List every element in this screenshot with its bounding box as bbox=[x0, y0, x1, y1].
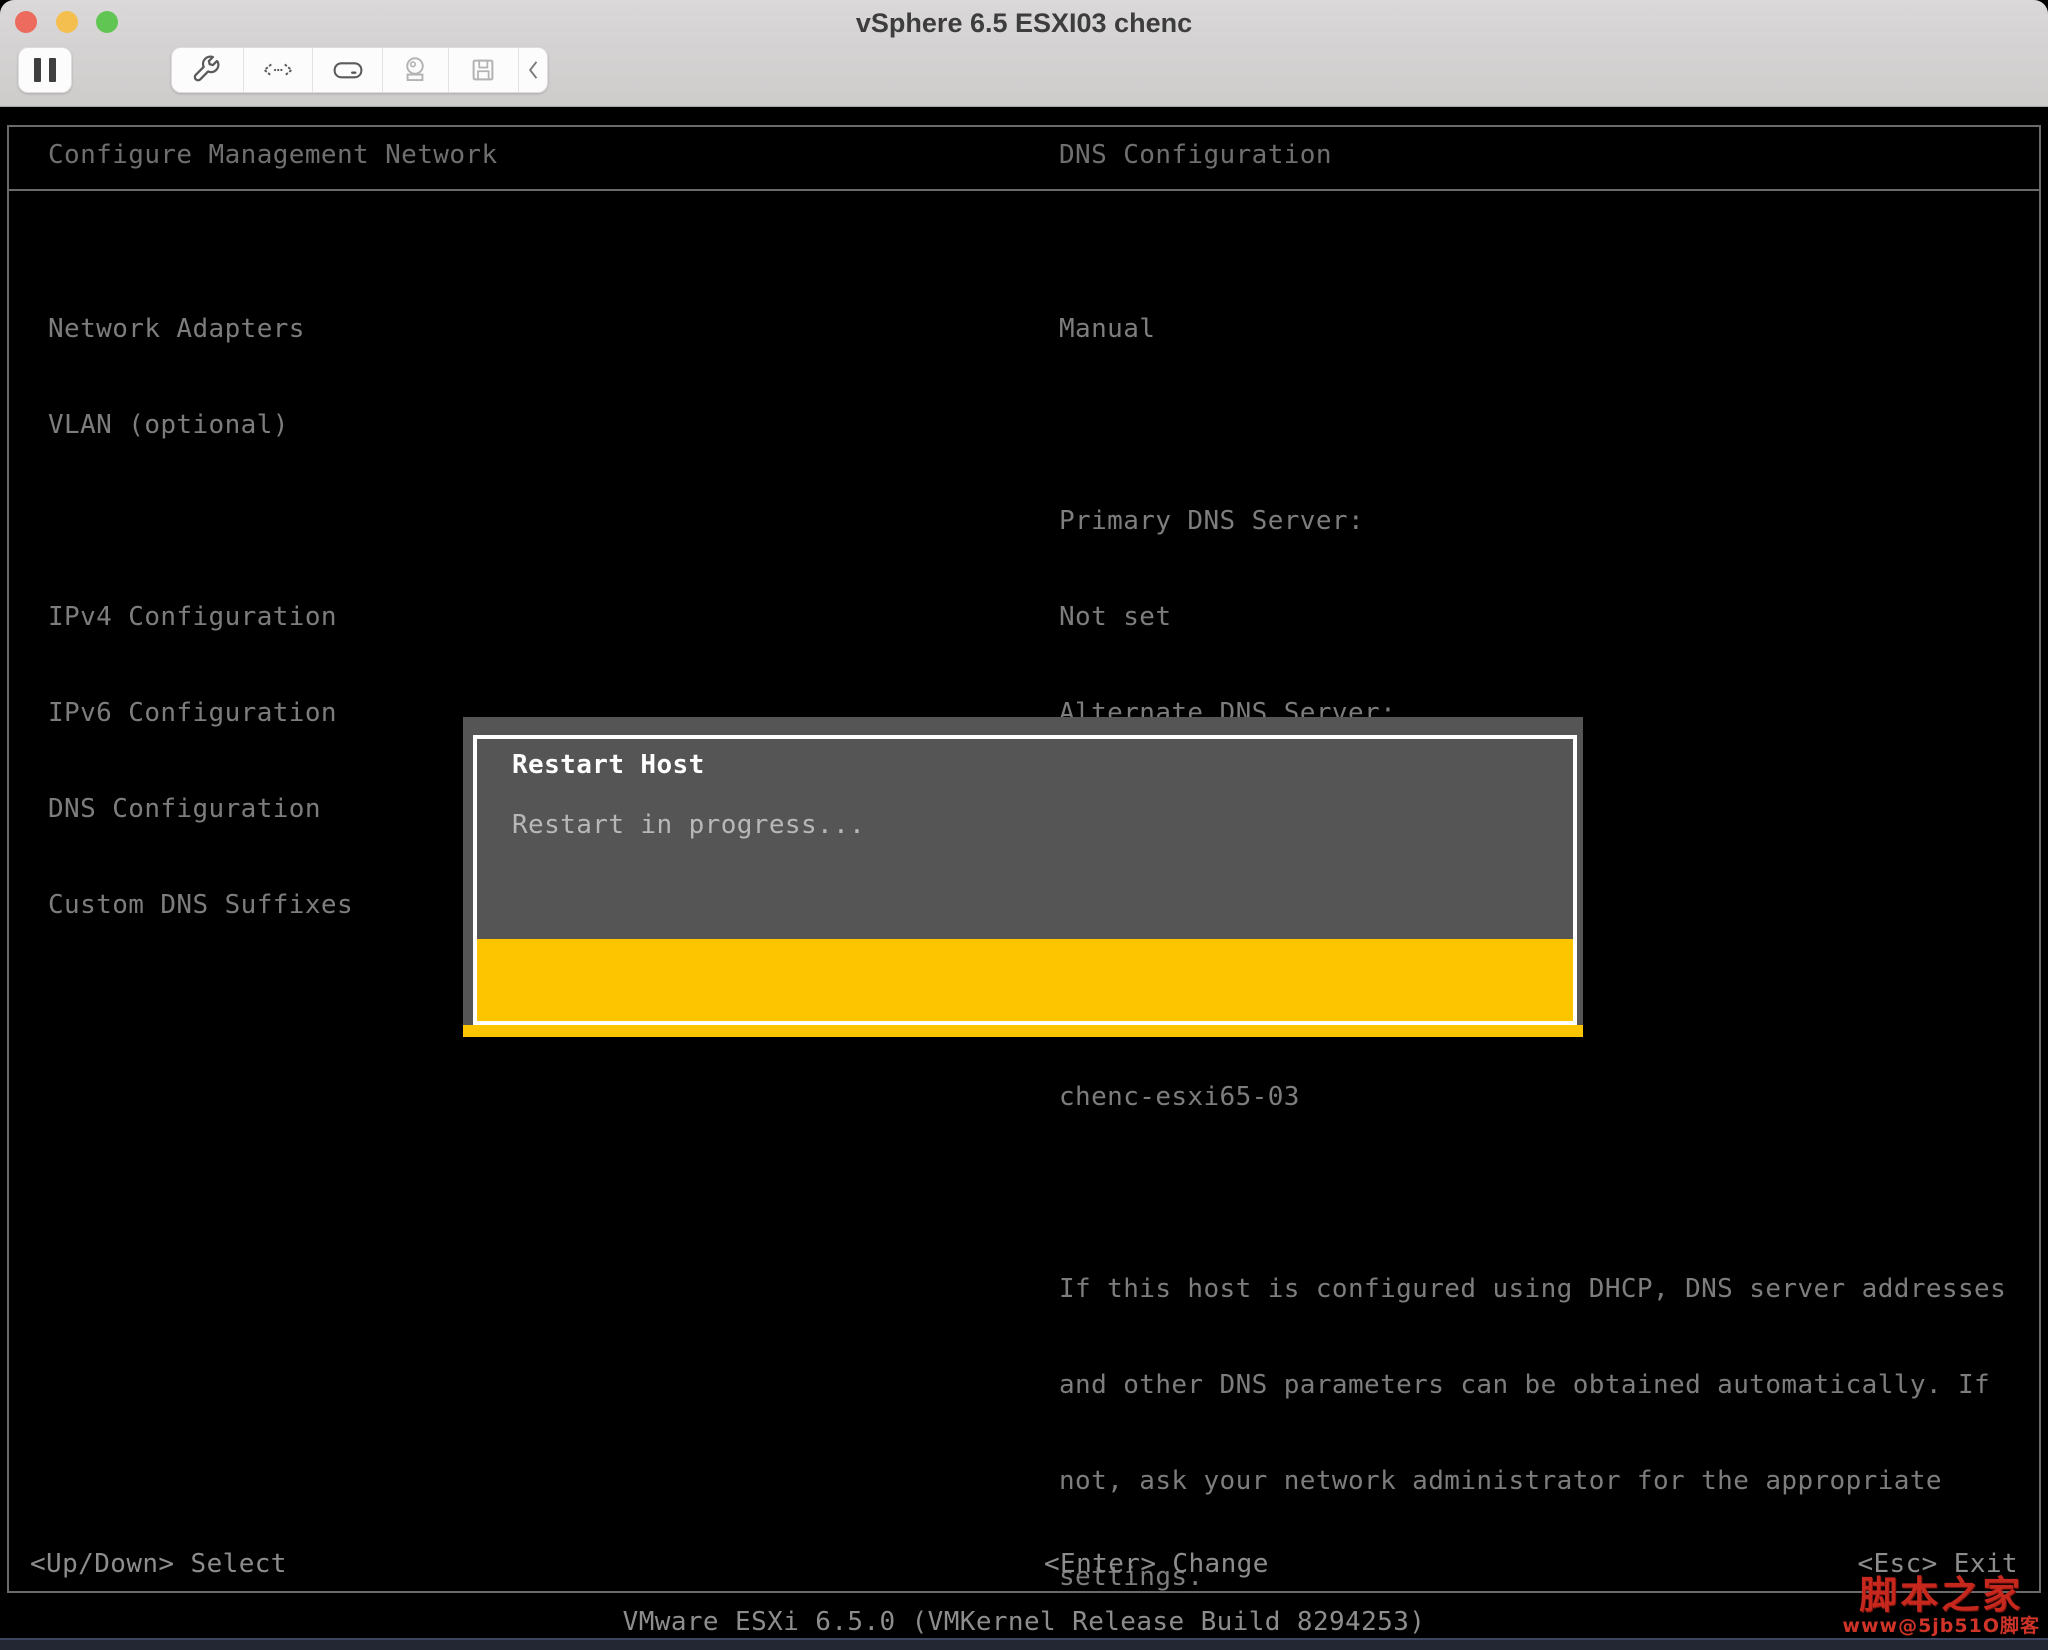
pause-icon bbox=[34, 58, 41, 82]
dhcp-info-text: If this host is configured using DHCP, D… bbox=[1059, 1273, 2006, 1305]
progress-bar-overflow bbox=[463, 1025, 1583, 1037]
wrench-icon bbox=[191, 54, 223, 86]
collapse-chevron-icon bbox=[526, 56, 540, 84]
header-divider bbox=[9, 189, 2039, 191]
device-toolbar bbox=[171, 47, 548, 93]
hostname-value: chenc-esxi65-03 bbox=[1059, 1081, 2006, 1113]
snapshot-save-button[interactable] bbox=[448, 48, 518, 92]
dialog-message: Restart in progress... bbox=[512, 809, 865, 841]
window-titlebar: vSphere 6.5 ESXI03 chenc bbox=[0, 0, 2048, 107]
menu-item-ipv6: IPv6 Configuration bbox=[48, 697, 353, 729]
panel-title: DNS Configuration bbox=[1059, 139, 1332, 171]
dhcp-info-text: not, ask your network administrator for … bbox=[1059, 1465, 2006, 1497]
pause-vm-button[interactable] bbox=[18, 47, 72, 93]
network-adapter-button[interactable] bbox=[243, 48, 313, 92]
dhcp-info-text: and other DNS parameters can be obtained… bbox=[1059, 1369, 2006, 1401]
primary-dns-value: Not set bbox=[1059, 601, 2006, 633]
hard-disk-icon bbox=[331, 55, 365, 85]
dialog-border: Restart Host Restart in progress... bbox=[473, 735, 1577, 1025]
collapse-toolbar-button[interactable] bbox=[518, 48, 547, 92]
menu-item-network-adapters: Network Adapters bbox=[48, 313, 353, 345]
primary-dns-label: Primary DNS Server: bbox=[1059, 505, 2006, 537]
page-title: Configure Management Network bbox=[48, 139, 498, 171]
dns-mode-value: Manual bbox=[1059, 313, 2006, 345]
menu-item-vlan: VLAN (optional) bbox=[48, 409, 353, 441]
dialog-title: Restart Host bbox=[512, 749, 705, 781]
menu-spacer bbox=[48, 505, 353, 537]
menu-item-ipv4: IPv4 Configuration bbox=[48, 601, 353, 633]
window-bottom-edge bbox=[0, 1638, 2048, 1650]
hard-disk-button[interactable] bbox=[312, 48, 382, 92]
menu-item-dns: DNS Configuration bbox=[48, 793, 353, 825]
vm-console-window: vSphere 6.5 ESXI03 chenc bbox=[0, 0, 2048, 1650]
pause-icon bbox=[49, 58, 56, 82]
window-title: vSphere 6.5 ESXI03 chenc bbox=[0, 7, 2048, 39]
menu-item-custom-dns-suffixes: Custom DNS Suffixes bbox=[48, 889, 353, 921]
floppy-save-icon bbox=[468, 55, 498, 85]
settings-button[interactable] bbox=[172, 48, 243, 92]
hint-enter-change: <Enter> Change bbox=[1044, 1548, 1269, 1580]
watermark-url: www@5jb51O脚客 bbox=[1842, 1617, 2040, 1636]
hint-updown-select: <Up/Down> Select bbox=[30, 1548, 287, 1580]
watermark-brand: 脚本之家 bbox=[1842, 1576, 2040, 1614]
camera-button[interactable] bbox=[382, 48, 448, 92]
esxi-version-footer: VMware ESXi 6.5.0 (VMKernel Release Buil… bbox=[0, 1606, 2048, 1638]
restart-host-dialog: Restart Host Restart in progress... bbox=[463, 717, 1583, 1037]
camera-icon bbox=[399, 54, 431, 86]
site-watermark: 脚本之家 www@5jb51O脚客 bbox=[1842, 1576, 2040, 1636]
network-adapter-icon bbox=[260, 56, 296, 84]
restart-progress-bar bbox=[477, 939, 1573, 1021]
network-menu: Network Adapters VLAN (optional) IPv4 Co… bbox=[48, 249, 353, 985]
